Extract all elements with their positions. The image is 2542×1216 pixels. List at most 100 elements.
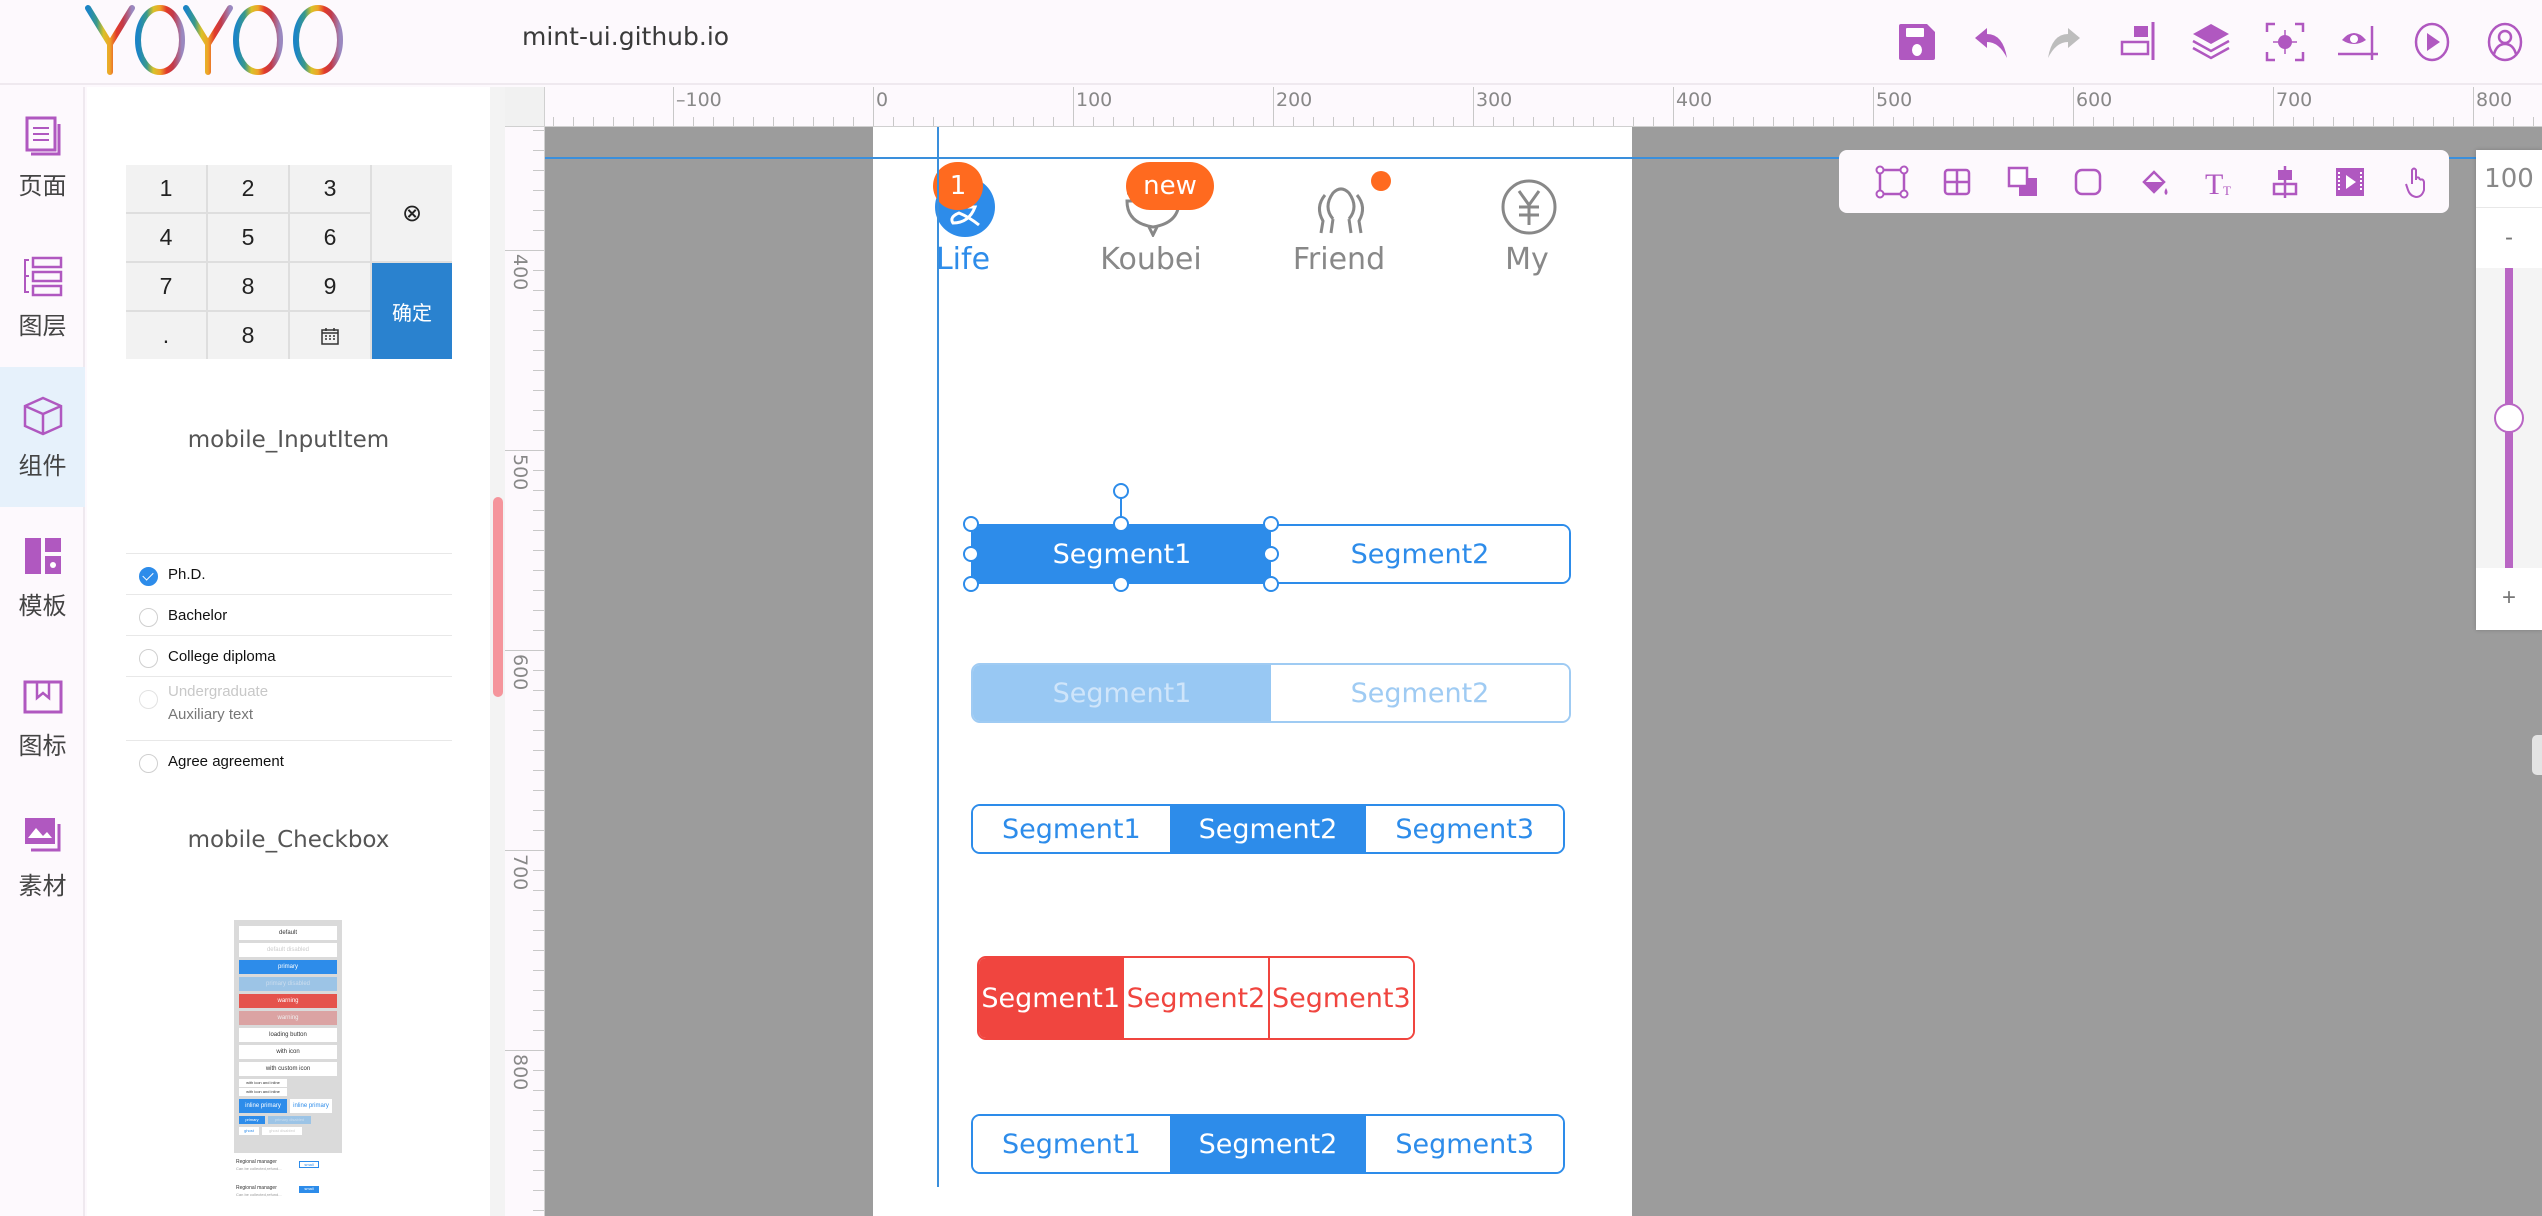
save-button[interactable] [1881, 10, 1955, 74]
interaction-button[interactable] [2383, 157, 2449, 207]
shadow-button[interactable] [1990, 157, 2056, 207]
keypad-preview[interactable]: 1 2 3 ⊗ 4 5 6 7 8 9 确定 . 8 [126, 165, 452, 359]
redo-button[interactable] [2028, 10, 2102, 74]
media-button[interactable] [2318, 157, 2384, 207]
resize-handle[interactable] [1263, 576, 1279, 592]
ruler-tick [713, 117, 714, 126]
segment-control-disabled[interactable]: Segment1 Segment2 [971, 663, 1571, 723]
tab-badge: new [1126, 162, 1214, 210]
fill-button[interactable] [2121, 157, 2187, 207]
scrollbar-thumb[interactable] [493, 497, 503, 697]
play-icon [2414, 22, 2449, 62]
resize-handle[interactable] [1113, 516, 1129, 532]
zoom-slider[interactable] [2476, 268, 2542, 568]
radio-item: Bachelor [126, 594, 452, 635]
segment-item[interactable]: Segment2 [1122, 958, 1268, 1038]
user-button[interactable] [2469, 10, 2542, 74]
button-component-thumbnail[interactable]: default default disabled primary primary… [234, 920, 342, 1153]
ruler-tick [2393, 117, 2394, 126]
text-button[interactable]: TT [2187, 157, 2253, 207]
confirm-key: 确定 [372, 263, 452, 359]
ruler-tick [753, 117, 754, 126]
zoom-control: 100 - + [2476, 150, 2542, 630]
focus-button[interactable] [2248, 10, 2322, 74]
resize-handle[interactable] [963, 576, 979, 592]
segment-item[interactable]: Segment2 [1271, 665, 1569, 721]
segment-item[interactable]: Segment1 [973, 806, 1170, 852]
segment-item[interactable]: Segment3 [1267, 958, 1413, 1038]
artboard[interactable]: 1 Life new Koubei Friend My Segment1 Seg… [873, 127, 1632, 1216]
ruler-tick [533, 190, 544, 191]
segment-item[interactable]: Segment1 [979, 958, 1123, 1038]
nav-item-assets[interactable]: 素材 [0, 787, 85, 927]
zoom-out-button[interactable]: - [2476, 208, 2542, 268]
play-button[interactable] [2395, 10, 2469, 74]
resize-handle[interactable] [963, 516, 979, 532]
radio-label: College diploma [168, 647, 276, 665]
segment-item[interactable]: Segment2 [1271, 526, 1569, 582]
segment-item[interactable]: Segment2 [1169, 1116, 1367, 1172]
design-canvas[interactable]: 1 Life new Koubei Friend My Segment1 Seg… [545, 127, 2542, 1216]
segment-item[interactable]: Segment3 [1366, 1116, 1563, 1172]
ruler-tick [1213, 117, 1214, 126]
nav-item-components[interactable]: 组件 [0, 367, 85, 507]
thumb-button: ghost [239, 1127, 259, 1135]
component-cube-icon [23, 396, 62, 435]
radio-label: Bachelor [168, 606, 228, 624]
layers-button[interactable] [2175, 10, 2249, 74]
tab-life[interactable]: 1 Life [893, 162, 1033, 287]
ruler-tick [1353, 117, 1354, 126]
preview-guide-button[interactable] [2322, 10, 2396, 74]
ruler-tick [2133, 117, 2134, 126]
segment-item[interactable]: Segment2 [1169, 806, 1367, 852]
nav-item-pages[interactable]: 页面 [0, 87, 85, 227]
resize-handle[interactable] [1263, 516, 1279, 532]
radio-item: Agree agreement [126, 740, 452, 781]
tab-koubei[interactable]: new Koubei [1081, 162, 1221, 287]
right-panel-toggle[interactable] [2532, 735, 2542, 775]
align-right-button[interactable] [2101, 10, 2175, 74]
segment-control[interactable]: Segment1 Segment2 Segment3 [971, 804, 1565, 854]
segment-item[interactable]: Segment1 [973, 1116, 1170, 1172]
tab-my[interactable]: My [1457, 167, 1597, 287]
tab-label: Friend [1292, 242, 1386, 277]
ruler-tick [1253, 117, 1254, 126]
vertical-guide-line[interactable] [937, 127, 939, 1187]
tab-notification-dot [1371, 171, 1391, 191]
zoom-in-button[interactable]: + [2476, 568, 2542, 628]
tab-friend[interactable]: Friend [1269, 167, 1409, 287]
site-title: mint-ui.github.io [522, 22, 730, 51]
panel-scrollbar[interactable] [490, 87, 505, 1216]
align-button[interactable] [2252, 157, 2318, 207]
radius-button[interactable] [2056, 157, 2122, 207]
ruler-tick [1593, 117, 1594, 126]
segment-item[interactable]: Segment1 [973, 526, 1271, 582]
nav-item-icons[interactable]: 图标 [0, 647, 85, 787]
resize-handle[interactable] [1113, 576, 1129, 592]
tabbar-component[interactable]: 1 Life new Koubei Friend My [873, 162, 1632, 287]
ruler-tick [2033, 117, 2034, 126]
segment-control-red[interactable]: Segment1 Segment2 Segment3 [977, 956, 1415, 1040]
resize-handle[interactable] [1263, 546, 1279, 562]
ruler-tick [2473, 87, 2474, 126]
ruler-tick [1693, 117, 1694, 126]
undo-button[interactable] [1954, 10, 2028, 74]
shadow-icon [2007, 166, 2037, 196]
segment-item[interactable]: Segment1 [973, 665, 1271, 721]
nav-item-templates[interactable]: 模板 [0, 507, 85, 647]
ruler-tick [2053, 117, 2054, 126]
zoom-value[interactable]: 100 [2476, 150, 2542, 208]
nav-item-layers[interactable]: 图层 [0, 227, 85, 367]
ruler-tick [533, 330, 544, 331]
grid-button[interactable] [1925, 157, 1991, 207]
radio-list-preview[interactable]: Ph.D. Bachelor College diploma Undergrad… [126, 553, 452, 781]
zoom-slider-knob[interactable] [2494, 403, 2524, 433]
resize-handle[interactable] [963, 546, 979, 562]
transform-icon [1875, 165, 1909, 198]
rotate-handle[interactable] [1113, 483, 1129, 499]
transform-button[interactable] [1859, 157, 1925, 207]
segment-item[interactable]: Segment3 [1366, 806, 1563, 852]
ruler-tick [1413, 117, 1414, 126]
ruler-label: 800 [509, 1054, 531, 1091]
segment-control[interactable]: Segment1 Segment2 Segment3 [971, 1114, 1565, 1174]
